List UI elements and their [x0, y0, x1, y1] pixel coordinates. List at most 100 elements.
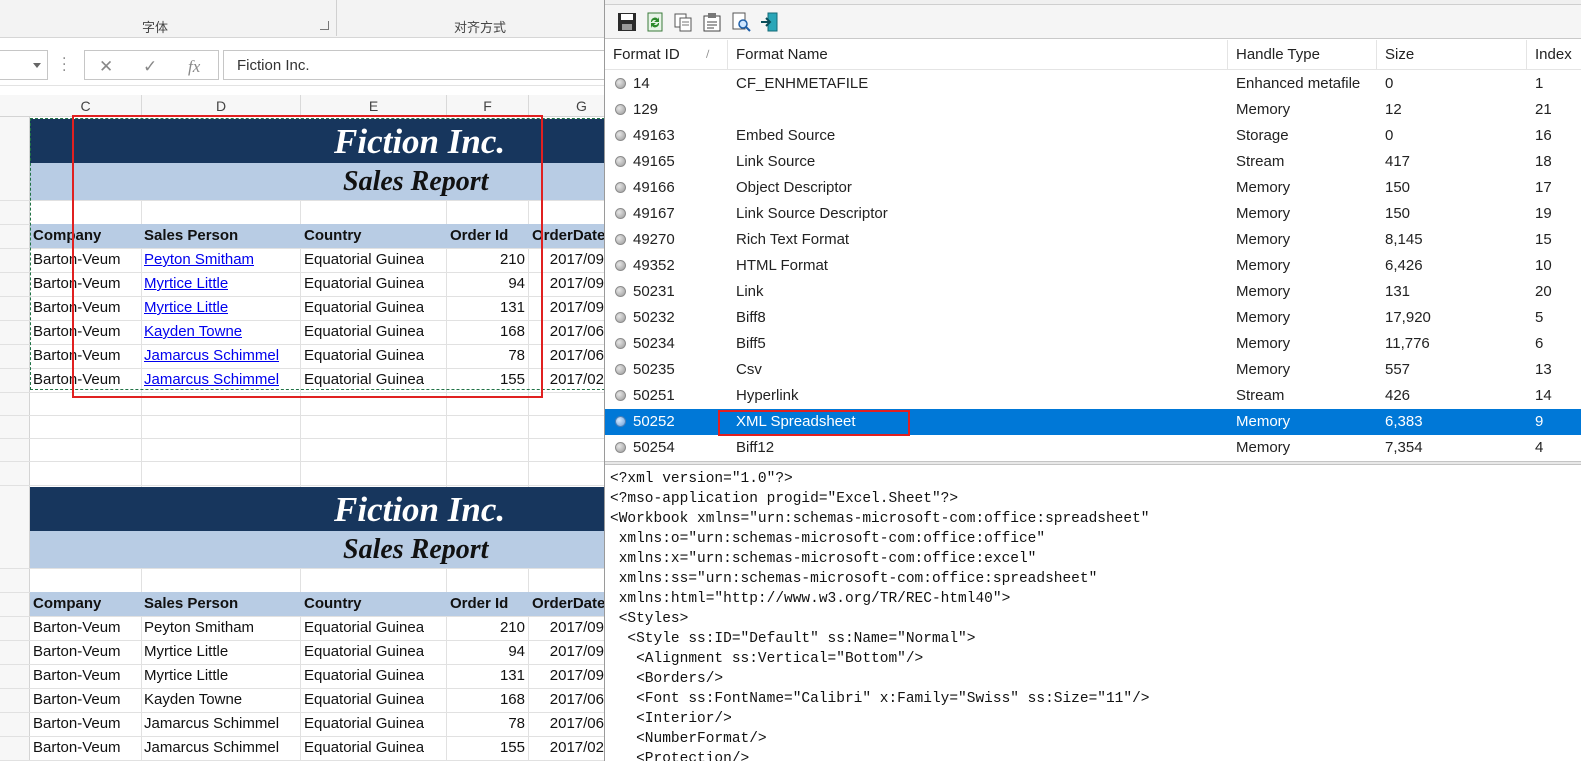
cell-sales-person[interactable]: Myrtice Little [144, 640, 228, 664]
cell-country[interactable]: Equatorial Guinea [304, 616, 424, 640]
column-header-c[interactable]: C [30, 95, 142, 117]
cell-order-date[interactable]: 2017/09 [529, 640, 604, 664]
cell-sales-person[interactable]: Peyton Smitham [144, 616, 254, 640]
format-id: 129 [633, 101, 659, 118]
column-index[interactable]: Index [1527, 40, 1581, 70]
table-header-row-2: Company Sales Person Country Order Id Or… [30, 592, 604, 616]
column-size[interactable]: Size [1377, 40, 1527, 70]
format-row[interactable]: 49165 Link Source Stream 417 18 [605, 149, 1581, 175]
cell-order-id[interactable]: 155 [447, 736, 525, 760]
more-options-icon[interactable]: · · · [62, 52, 66, 78]
cell-order-date[interactable]: 2017/06 [529, 712, 604, 736]
format-row[interactable]: 50231 Link Memory 131 20 [605, 279, 1581, 305]
format-bullet-icon [615, 260, 626, 271]
format-bullet-icon [615, 390, 626, 401]
cell-company[interactable]: Barton-Veum [33, 736, 121, 760]
format-row[interactable]: 49167 Link Source Descriptor Memory 150 19 [605, 201, 1581, 227]
column-handle-type[interactable]: Handle Type [1228, 40, 1377, 70]
insert-function-icon[interactable]: fx [188, 57, 200, 77]
find-icon[interactable] [730, 11, 752, 33]
format-name: Link Source Descriptor [736, 205, 888, 222]
enter-icon[interactable]: ✓ [143, 57, 157, 77]
format-bullet-icon [615, 156, 626, 167]
cell-order-id[interactable]: 168 [447, 688, 525, 712]
cell-sales-person[interactable]: Kayden Towne [144, 688, 242, 712]
format-row[interactable]: 50251 Hyperlink Stream 426 14 [605, 383, 1581, 409]
font-dialog-launcher-icon[interactable] [320, 21, 329, 30]
format-row[interactable]: 50234 Biff5 Memory 11,776 6 [605, 331, 1581, 357]
cell-order-date[interactable]: 2017/02 [529, 736, 604, 760]
format-size: 417 [1385, 153, 1411, 170]
xml-line: <Styles> [610, 611, 689, 627]
cell-sales-person[interactable]: Myrtice Little [144, 664, 228, 688]
format-bullet-icon [615, 286, 626, 297]
cell-sales-person[interactable]: Jamarcus Schimmel [144, 712, 279, 736]
format-row[interactable]: 50254 Biff12 Memory 7,354 4 [605, 435, 1581, 461]
format-list[interactable]: 14 CF_ENHMETAFILE Enhanced metafile 0 1 129 Me… [605, 71, 1581, 461]
copy-icon[interactable] [672, 11, 694, 33]
format-row[interactable]: 49270 Rich Text Format Memory 8,145 15 [605, 227, 1581, 253]
column-header-d[interactable]: D [142, 95, 301, 117]
format-name: Embed Source [736, 127, 836, 144]
cell-order-id[interactable]: 94 [447, 640, 525, 664]
column-format-id[interactable]: Format ID [605, 40, 728, 70]
format-name: Biff5 [736, 335, 766, 352]
exit-icon[interactable] [759, 11, 781, 33]
name-box[interactable] [0, 50, 48, 80]
column-header-g[interactable]: G [529, 95, 604, 117]
cell-company[interactable]: Barton-Veum [33, 616, 121, 640]
xml-line: <Style ss:ID="Default" ss:Name="Normal"> [610, 631, 976, 647]
cell-country[interactable]: Equatorial Guinea [304, 640, 424, 664]
cell-company[interactable]: Barton-Veum [33, 640, 121, 664]
cell-company[interactable]: Barton-Veum [33, 664, 121, 688]
cell-country[interactable]: Equatorial Guinea [304, 688, 424, 712]
column-header-e[interactable]: E [301, 95, 447, 117]
properties-icon[interactable] [701, 11, 723, 33]
handle-type: Memory [1236, 179, 1291, 196]
xml-line: xmlns:o="urn:schemas-microsoft-com:offic… [610, 531, 1046, 547]
format-index: 15 [1535, 231, 1552, 248]
worksheet-grid[interactable]: Fiction Inc. Sales Report Company Sales … [0, 115, 604, 761]
cell-company[interactable]: Barton-Veum [33, 688, 121, 712]
cell-order-id[interactable]: 131 [447, 664, 525, 688]
format-name: Csv [736, 361, 762, 378]
cell-order-date[interactable]: 2017/09 [529, 616, 604, 640]
format-row[interactable]: 14 CF_ENHMETAFILE Enhanced metafile 0 1 [605, 71, 1581, 97]
format-size: 17,920 [1385, 309, 1431, 326]
cell-country[interactable]: Equatorial Guinea [304, 664, 424, 688]
cell-sales-person[interactable]: Jamarcus Schimmel [144, 736, 279, 760]
format-row[interactable]: 49163 Embed Source Storage 0 16 [605, 123, 1581, 149]
format-index: 5 [1535, 309, 1544, 326]
cancel-icon[interactable]: ✕ [99, 57, 113, 77]
report-subtitle-band-2: Sales Report [30, 531, 604, 568]
format-bullet-icon [615, 78, 626, 89]
format-index: 4 [1535, 439, 1544, 456]
column-format-name[interactable]: Format Name [728, 40, 1228, 70]
cell-country[interactable]: Equatorial Guinea [304, 712, 424, 736]
format-row[interactable]: 49166 Object Descriptor Memory 150 17 [605, 175, 1581, 201]
xml-content-pane[interactable]: <?xml version="1.0"?> <?mso-application p… [605, 466, 1581, 761]
format-row[interactable]: 50232 Biff8 Memory 17,920 5 [605, 305, 1581, 331]
format-size: 7,354 [1385, 439, 1423, 456]
format-row[interactable]: 49352 HTML Format Memory 6,426 10 [605, 253, 1581, 279]
pane-splitter[interactable] [605, 461, 1581, 465]
screen: 字体 对齐方式 · · · ✕ ✓ fx Fiction Inc. C D E F … [0, 0, 1581, 761]
formula-input[interactable]: Fiction Inc. [223, 50, 604, 80]
format-id: 50235 [633, 361, 675, 378]
format-index: 10 [1535, 257, 1552, 274]
cell-order-id[interactable]: 78 [447, 712, 525, 736]
cell-country[interactable]: Equatorial Guinea [304, 736, 424, 760]
chevron-down-icon[interactable] [33, 63, 41, 68]
cell-order-date[interactable]: 2017/09 [529, 664, 604, 688]
format-row[interactable]: 129 Memory 12 21 [605, 97, 1581, 123]
refresh-icon[interactable] [644, 11, 666, 33]
report-title-band-2: Fiction Inc. [30, 487, 604, 531]
column-header-f[interactable]: F [447, 95, 529, 117]
cell-order-date[interactable]: 2017/06 [529, 688, 604, 712]
cell-company[interactable]: Barton-Veum [33, 712, 121, 736]
cell-order-id[interactable]: 210 [447, 616, 525, 640]
format-id: 49165 [633, 153, 675, 170]
handle-type: Stream [1236, 387, 1285, 404]
format-row[interactable]: 50235 Csv Memory 557 13 [605, 357, 1581, 383]
save-icon[interactable] [616, 11, 638, 33]
